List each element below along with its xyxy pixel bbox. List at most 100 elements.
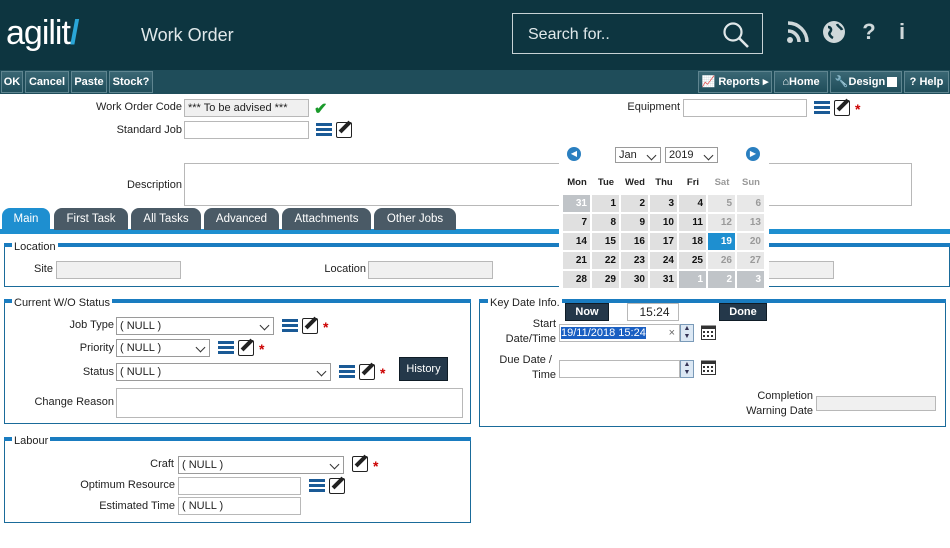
calendar-day[interactable]: 7 (563, 214, 590, 231)
search-icon[interactable] (722, 21, 750, 49)
paste-button[interactable]: Paste (71, 71, 107, 93)
calendar-day[interactable]: 24 (650, 252, 677, 269)
spin-up-icon[interactable]: ▲ (681, 361, 693, 369)
calendar-day[interactable]: 3 (737, 271, 764, 288)
help-icon[interactable]: ? (857, 19, 881, 45)
calendar-day[interactable]: 10 (650, 214, 677, 231)
time-input[interactable]: 15:24 (627, 303, 679, 321)
search-input[interactable]: Search for.. (528, 26, 610, 44)
calendar-day[interactable]: 21 (563, 252, 590, 269)
edit-icon[interactable] (238, 340, 254, 356)
list-icon[interactable] (282, 319, 298, 332)
now-button[interactable]: Now (565, 303, 609, 321)
spin-down-icon[interactable]: ▼ (681, 369, 693, 377)
start-datetime-input[interactable]: 19/11/2018 15:24 × (559, 324, 680, 342)
calendar-day[interactable]: 22 (592, 252, 619, 269)
priority-select[interactable]: ( NULL ) (116, 339, 210, 357)
edit-icon[interactable] (329, 478, 345, 494)
year-select[interactable]: 2019 (665, 147, 718, 163)
spin-up-icon[interactable]: ▲ (681, 325, 693, 333)
tab-advanced[interactable]: Advanced (204, 208, 279, 230)
calendar-day[interactable]: 29 (592, 271, 619, 288)
completion-warning-field[interactable] (816, 396, 936, 411)
calendar-day[interactable]: 4 (679, 195, 706, 212)
list-icon[interactable] (218, 341, 234, 354)
help-button[interactable]: ? Help (904, 71, 949, 93)
home-button[interactable]: ⌂Home (774, 71, 828, 93)
job-type-select[interactable]: ( NULL ) (116, 317, 274, 335)
list-icon[interactable] (309, 479, 325, 492)
list-icon[interactable] (339, 365, 355, 378)
spin-down-icon[interactable]: ▼ (681, 333, 693, 341)
calendar-day[interactable]: 28 (563, 271, 590, 288)
list-icon[interactable] (814, 101, 830, 114)
ok-button[interactable]: OK (1, 71, 23, 93)
calendar-day[interactable]: 12 (708, 214, 735, 231)
estimated-time-input[interactable]: ( NULL ) (178, 497, 301, 515)
start-spinner[interactable]: ▲ ▼ (680, 324, 694, 342)
optimum-resource-input[interactable] (178, 477, 301, 495)
design-button[interactable]: 🔧Design (830, 71, 902, 93)
calendar-day[interactable]: 19 (708, 233, 735, 250)
history-button[interactable]: History (399, 357, 448, 381)
standard-job-input[interactable] (184, 121, 309, 139)
calendar-icon[interactable] (701, 359, 716, 375)
tab-attachments[interactable]: Attachments (282, 208, 371, 230)
calendar-day[interactable]: 13 (737, 214, 764, 231)
due-datetime-input[interactable] (559, 360, 680, 378)
calendar-day[interactable]: 11 (679, 214, 706, 231)
calendar-day[interactable]: 2 (621, 195, 648, 212)
site-field[interactable] (56, 261, 181, 279)
clear-icon[interactable]: × (669, 325, 675, 341)
calendar-day[interactable]: 25 (679, 252, 706, 269)
calendar-day[interactable]: 9 (621, 214, 648, 231)
calendar-day[interactable]: 3 (650, 195, 677, 212)
due-spinner[interactable]: ▲ ▼ (680, 360, 694, 378)
calendar-day[interactable]: 6 (737, 195, 764, 212)
stock-button[interactable]: Stock? (109, 71, 153, 93)
calendar-day[interactable]: 31 (563, 195, 590, 212)
calendar-day[interactable]: 2 (708, 271, 735, 288)
prev-month-icon[interactable]: ◀ (567, 147, 581, 161)
search-box[interactable]: Search for.. (512, 13, 763, 54)
calendar-day[interactable]: 18 (679, 233, 706, 250)
calendar-day[interactable]: 17 (650, 233, 677, 250)
status-select[interactable]: ( NULL ) (116, 363, 331, 381)
tab-other-jobs[interactable]: Other Jobs (374, 208, 456, 230)
tab-all-tasks[interactable]: All Tasks (131, 208, 201, 230)
tab-first-task[interactable]: First Task (54, 208, 128, 230)
edit-icon[interactable] (359, 364, 375, 380)
location-field[interactable] (368, 261, 493, 279)
equipment-input[interactable] (683, 99, 807, 117)
calendar-day[interactable]: 1 (592, 195, 619, 212)
calendar-day[interactable]: 26 (708, 252, 735, 269)
calendar-day[interactable]: 27 (737, 252, 764, 269)
edit-icon[interactable] (336, 122, 352, 138)
next-month-icon[interactable]: ▶ (746, 147, 760, 161)
calendar-day[interactable]: 30 (621, 271, 648, 288)
calendar-day[interactable]: 23 (621, 252, 648, 269)
agilit-logo[interactable]: agilit/ (6, 14, 79, 53)
globe-icon[interactable] (822, 20, 846, 46)
tab-main[interactable]: Main (2, 208, 50, 230)
calendar-day[interactable]: 5 (708, 195, 735, 212)
calendar-day[interactable]: 31 (650, 271, 677, 288)
cancel-button[interactable]: Cancel (25, 71, 69, 93)
edit-icon[interactable] (302, 318, 318, 334)
calendar-day[interactable]: 8 (592, 214, 619, 231)
edit-icon[interactable] (352, 456, 368, 472)
rss-icon[interactable] (786, 20, 810, 46)
edit-icon[interactable] (834, 100, 850, 116)
done-button[interactable]: Done (719, 303, 767, 321)
calendar-icon[interactable] (701, 324, 716, 340)
design-checkbox[interactable] (887, 77, 898, 88)
list-icon[interactable] (316, 123, 332, 136)
reports-button[interactable]: 📈 Reports ▸ (698, 71, 772, 93)
description-textarea[interactable] (184, 163, 912, 206)
month-select[interactable]: Jan (615, 147, 661, 163)
craft-select[interactable]: ( NULL ) (178, 456, 344, 474)
info-icon[interactable]: i (890, 19, 914, 45)
calendar-day[interactable]: 16 (621, 233, 648, 250)
wo-code-field[interactable]: *** To be advised *** (184, 99, 309, 117)
change-reason-input[interactable] (116, 388, 463, 418)
